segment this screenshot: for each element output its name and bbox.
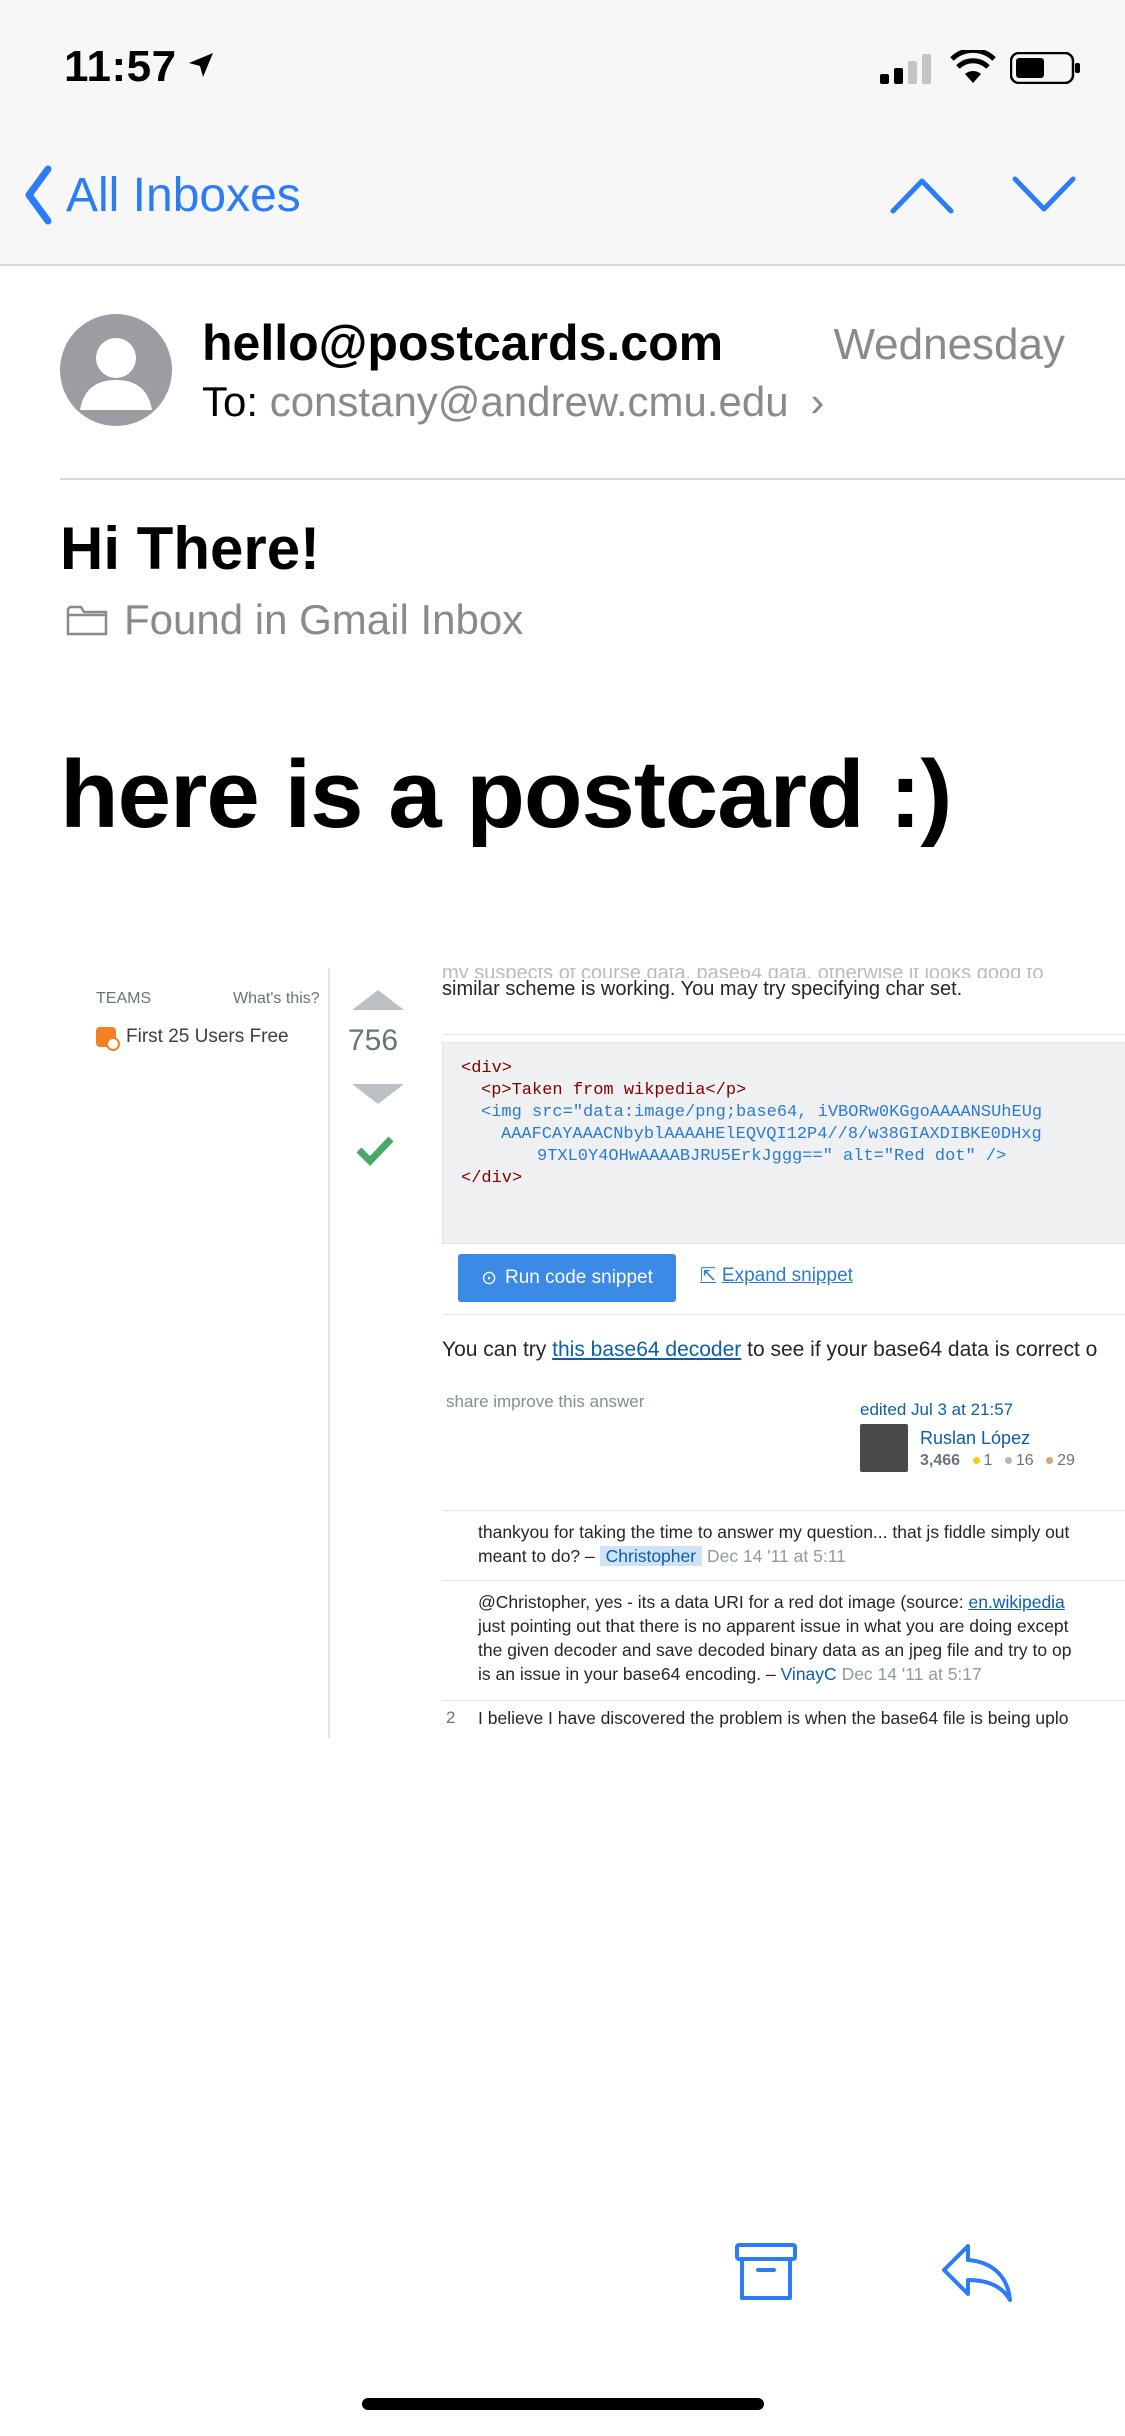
- code-snippet: <div> <p>Taken from wikpedia</p> <img sr…: [442, 1042, 1125, 1244]
- comment-separator: [442, 1580, 1125, 1581]
- code-line: 9TXL0Y4OHwAAAABJRU5ErkJggg==" alt="Red d…: [537, 1147, 1007, 1166]
- external-link-icon: ⇱: [700, 1265, 716, 1286]
- message-body-text: here is a postcard :): [60, 741, 952, 848]
- comment-line: the given decoder and save decoded binar…: [478, 1640, 1072, 1660]
- snippet-border-bottom: [442, 1314, 1125, 1315]
- header-divider: [60, 478, 1125, 480]
- back-label: All Inboxes: [66, 168, 301, 222]
- status-time: 11:57: [64, 42, 177, 91]
- wifi-icon: [950, 50, 996, 83]
- recipient-address[interactable]: constany@andrew.cmu.edu: [270, 378, 789, 425]
- decoder-link[interactable]: this base64 decoder: [552, 1338, 741, 1361]
- edited-label[interactable]: edited Jul 3 at 21:57: [860, 1400, 1013, 1420]
- free-users-label: First 25 Users Free: [126, 1026, 289, 1047]
- silver-count: 16: [1015, 1452, 1034, 1469]
- share-links[interactable]: share improve this answer: [446, 1392, 644, 1412]
- message-header: hello@postcards.com Wednesday To: consta…: [0, 300, 1125, 480]
- code-line: <div>: [461, 1059, 513, 1078]
- answer-text: my suspects of course data. base64 data,…: [442, 968, 1125, 1001]
- free-users-item: First 25 Users Free: [96, 1026, 289, 1051]
- comment-author[interactable]: VinayC: [781, 1664, 837, 1684]
- accepted-check-icon: [356, 1136, 394, 1166]
- second-answer: I believe I have discovered the problem …: [478, 1708, 1069, 1728]
- avatar[interactable]: [60, 314, 172, 426]
- reply-button[interactable]: [940, 2240, 1014, 2304]
- message-subject: Hi There!: [60, 515, 321, 582]
- next-message-button[interactable]: [1012, 175, 1076, 215]
- sentence-suffix: to see if your base64 data is correct o: [741, 1338, 1098, 1361]
- comment-link[interactable]: en.wikipedia: [968, 1592, 1064, 1612]
- comment-line: @Christopher, yes - its a data URI for a…: [478, 1590, 1125, 1614]
- cellular-signal-icon: [880, 54, 931, 84]
- teams-label: TEAMS: [96, 990, 152, 1007]
- chevron-left-icon: [25, 165, 52, 225]
- comment-meta: meant to do? – Christopher Dec 14 '11 at…: [478, 1544, 1125, 1568]
- teams-icon: [96, 1027, 120, 1051]
- comment: @Christopher, yes - its a data URI for a…: [478, 1590, 1125, 1686]
- image-sidebar: TEAMS What's this? First 25 Users Free: [60, 968, 330, 1738]
- comment-text: @Christopher, yes - its a data URI for a…: [478, 1592, 964, 1612]
- recipient-line[interactable]: To: constany@andrew.cmu.edu ›: [202, 378, 824, 426]
- user-reputation: 3,466 1 16 29: [920, 1452, 1075, 1470]
- comment-separator: [442, 1510, 1125, 1511]
- code-line: AAAFCAYAAACNbyblAAAAHElEQVQI12P4//8/w38G…: [501, 1125, 1042, 1144]
- archive-button[interactable]: [734, 2240, 798, 2304]
- comment-line: just pointing out that there is no appar…: [478, 1616, 1069, 1636]
- answer-line: similar scheme is working. You may try s…: [442, 978, 963, 1000]
- code-line: <p>Taken from wikpedia</p>: [481, 1081, 747, 1100]
- expand-label: Expand snippet: [721, 1265, 853, 1286]
- previous-message-button[interactable]: [890, 175, 954, 215]
- upvote-arrow-icon: [352, 990, 404, 1010]
- home-indicator[interactable]: [362, 2398, 764, 2410]
- comment: thankyou for taking the time to answer m…: [478, 1520, 1125, 1568]
- run-code-snippet-button[interactable]: ⊙ Run code snippet: [458, 1254, 676, 1302]
- rep-value: 3,466: [920, 1452, 961, 1469]
- status-bar: 11:57: [0, 0, 1125, 130]
- expand-snippet-link[interactable]: ⇱ Expand snippet: [700, 1264, 853, 1287]
- postcard-image[interactable]: TEAMS What's this? First 25 Users Free 7…: [60, 968, 1125, 1738]
- sentence-prefix: You can try: [442, 1338, 553, 1361]
- decoder-sentence: You can try this base64 decoder to see i…: [442, 1338, 1097, 1362]
- comment-author[interactable]: Christopher: [599, 1546, 703, 1566]
- to-label: To:: [202, 378, 259, 425]
- comment-text: is an issue in your base64 encoding. –: [478, 1664, 776, 1684]
- battery-icon: [1010, 52, 1080, 84]
- whats-this-label: What's this?: [233, 990, 320, 1007]
- location-arrow-icon: [189, 53, 213, 77]
- bronze-badge-icon: [1046, 1457, 1054, 1464]
- vote-count: 756: [347, 1024, 399, 1057]
- downvote-arrow-icon: [352, 1084, 404, 1104]
- bronze-count: 29: [1057, 1452, 1075, 1469]
- run-label: Run code snippet: [505, 1267, 653, 1288]
- chevron-right-icon: ›: [810, 378, 825, 425]
- sender-name[interactable]: hello@postcards.com: [202, 314, 723, 372]
- clipped-text: my suspects of course data. base64 data,…: [442, 968, 1125, 978]
- mailbox-label: Found in Gmail Inbox: [124, 596, 524, 643]
- gold-count: 1: [983, 1452, 993, 1469]
- comment-meta: is an issue in your base64 encoding. – V…: [478, 1662, 1125, 1686]
- comment-timestamp: Dec 14 '11 at 5:11: [706, 1546, 846, 1566]
- mailbox-location[interactable]: Found in Gmail Inbox: [66, 596, 523, 644]
- back-button[interactable]: All Inboxes: [24, 165, 301, 225]
- navigation-bar: All Inboxes: [0, 130, 1125, 266]
- vote-column: 756: [328, 968, 418, 1368]
- folder-icon: [66, 605, 108, 636]
- comment-line: thankyou for taking the time to answer m…: [478, 1522, 1070, 1542]
- code-line: </div>: [461, 1169, 523, 1188]
- code-line: <img src="data:image/png;base64, iVBORw0…: [481, 1103, 1043, 1122]
- person-icon: [80, 338, 152, 410]
- message-date: Wednesday: [833, 320, 1065, 369]
- play-icon: ⊙: [481, 1267, 498, 1289]
- answer-vote-count: 2: [446, 1708, 456, 1727]
- comment-text: meant to do? –: [478, 1546, 595, 1566]
- user-avatar: [860, 1424, 908, 1472]
- gold-badge-icon: [972, 1457, 980, 1464]
- silver-badge-icon: [1004, 1457, 1012, 1464]
- comment-separator: [442, 1700, 1125, 1701]
- user-name[interactable]: Ruslan López: [920, 1428, 1030, 1449]
- snippet-border-top: [442, 1034, 1125, 1035]
- comment-timestamp: Dec 14 '11 at 5:17: [841, 1664, 982, 1684]
